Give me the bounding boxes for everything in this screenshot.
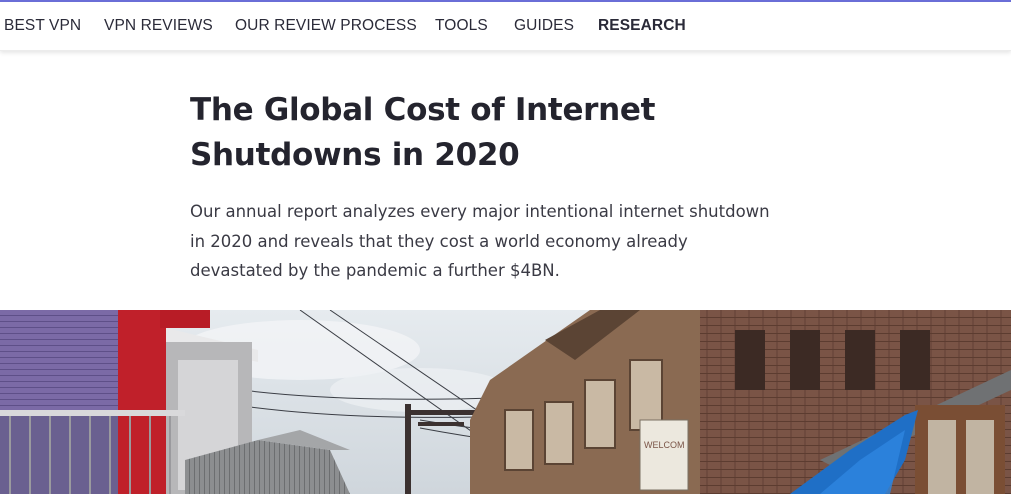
nav-item-research[interactable]: RESEARCH bbox=[598, 17, 686, 35]
nav-item-guides[interactable]: GUIDES bbox=[514, 17, 574, 35]
red-pillar bbox=[118, 310, 166, 494]
nav-item-vpn-reviews[interactable]: VPN REVIEWS bbox=[104, 17, 213, 35]
street-scene-illustration: WELCOM bbox=[0, 310, 1011, 494]
shop-sign bbox=[639, 419, 689, 491]
nav-item-best-vpn[interactable]: BEST VPN bbox=[4, 17, 81, 35]
utility-pole bbox=[405, 404, 411, 494]
article-summary: Our annual report analyzes every major i… bbox=[190, 202, 770, 280]
main-navigation: BEST VPN VPN REVIEWS OUR REVIEW PROCESS … bbox=[0, 2, 1011, 51]
shop-sign-text: WELCOM bbox=[644, 440, 685, 450]
nav-item-tools[interactable]: TOOLS bbox=[435, 17, 488, 35]
hero-image: WELCOM bbox=[0, 310, 1011, 494]
nav-item-our-review-process[interactable]: OUR REVIEW PROCESS bbox=[235, 17, 417, 35]
article-title: The Global Cost of Internet Shutdowns in… bbox=[190, 92, 656, 173]
purple-shutter bbox=[0, 310, 118, 420]
